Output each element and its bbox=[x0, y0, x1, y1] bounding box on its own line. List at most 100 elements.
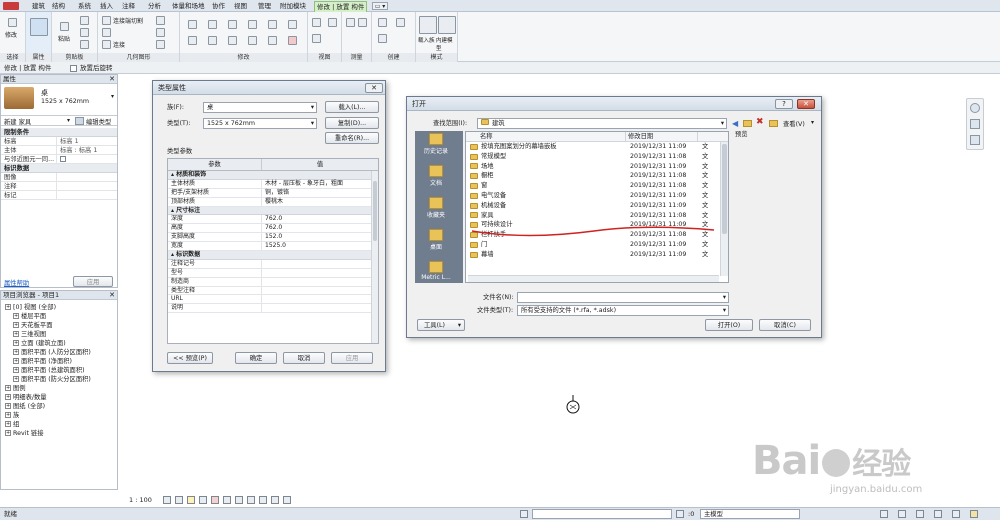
create-part-icon[interactable] bbox=[378, 18, 387, 27]
close-icon[interactable]: ✕ bbox=[365, 83, 383, 93]
tab-11[interactable]: 修改 | 放置 构件 bbox=[314, 1, 368, 12]
wall-joins-icon[interactable] bbox=[156, 16, 165, 25]
param-value[interactable]: 铜，镀铬 bbox=[262, 189, 378, 197]
close-icon[interactable]: ✕ bbox=[797, 99, 815, 109]
new-instance-label[interactable]: 新建 家具 bbox=[4, 117, 31, 126]
duplicate-button[interactable]: 复制(D)... bbox=[325, 117, 379, 129]
file-list-vscrollbar[interactable] bbox=[720, 142, 728, 276]
expand-icon[interactable]: + bbox=[5, 403, 11, 409]
expand-icon[interactable]: + bbox=[5, 412, 11, 418]
app-menu-icon[interactable] bbox=[3, 2, 19, 10]
cut-icon[interactable] bbox=[80, 16, 89, 25]
up-folder-icon[interactable] bbox=[743, 120, 752, 127]
property-row[interactable]: 与邻近图元一同... bbox=[1, 155, 117, 164]
param-value[interactable]: 樱桃木 bbox=[262, 198, 378, 206]
param-value[interactable]: 762.0 bbox=[262, 215, 378, 223]
tab-7[interactable]: 协作 bbox=[210, 1, 227, 12]
expand-icon[interactable]: + bbox=[13, 367, 19, 373]
tab-10[interactable]: 附加模块 bbox=[278, 1, 308, 12]
paint-icon[interactable] bbox=[156, 40, 165, 49]
edit-type-button[interactable]: 编辑类型 bbox=[86, 117, 111, 126]
array-icon[interactable] bbox=[228, 36, 237, 45]
analytical-model-icon[interactable] bbox=[283, 496, 291, 504]
params-section-header[interactable]: ▴ 材质和装饰 bbox=[168, 171, 378, 180]
delete-icon[interactable]: ✖ bbox=[756, 117, 764, 127]
cancel-button[interactable]: 取消 bbox=[283, 352, 325, 364]
param-value[interactable]: 762.0 bbox=[262, 224, 378, 232]
tree-item[interactable]: + Revit 链接 bbox=[3, 429, 117, 438]
filetype-select[interactable]: 所有受支持的文件 (*.rfa, *.adsk) ▾ bbox=[517, 305, 729, 316]
copy-element-icon[interactable] bbox=[268, 20, 277, 29]
param-value[interactable] bbox=[262, 304, 378, 312]
tree-item[interactable]: + 立面 (建筑立面) bbox=[3, 339, 117, 348]
override-icon[interactable] bbox=[328, 18, 337, 27]
scroll-thumb[interactable] bbox=[722, 144, 727, 234]
ok-button[interactable]: 确定 bbox=[235, 352, 277, 364]
scale-icon[interactable] bbox=[248, 36, 257, 45]
property-row[interactable]: 图像 bbox=[1, 173, 117, 182]
rotate-icon[interactable] bbox=[288, 20, 297, 29]
params-section-header[interactable]: ▴ 尺寸标注 bbox=[168, 206, 378, 216]
filename-input[interactable]: ▾ bbox=[517, 292, 729, 303]
view-scale[interactable]: 1 : 100 bbox=[129, 494, 152, 506]
tab-1[interactable]: 结构 bbox=[50, 1, 67, 12]
show-crop-icon[interactable] bbox=[223, 496, 231, 504]
tab-0[interactable]: 建筑 bbox=[30, 1, 47, 12]
property-value[interactable]: 标高 : 标高 1 bbox=[57, 146, 117, 154]
param-value[interactable] bbox=[262, 287, 378, 295]
filter-icon[interactable] bbox=[970, 510, 978, 518]
tab-6[interactable]: 体量和场地 bbox=[170, 1, 207, 12]
delete-icon[interactable] bbox=[288, 36, 297, 45]
modify-button-label[interactable]: 修改 bbox=[5, 30, 17, 39]
param-row[interactable]: URL bbox=[168, 295, 378, 305]
tree-item[interactable]: + 面积平面 (人防分区面积) bbox=[3, 348, 117, 357]
type-select[interactable]: 1525 x 762mm ▾ bbox=[203, 118, 317, 129]
rename-button[interactable]: 重命名(R)... bbox=[325, 132, 379, 144]
params-section-header[interactable]: ▴ 标识数据 bbox=[168, 251, 378, 260]
detail-level-icon[interactable] bbox=[163, 496, 171, 504]
select-pinned-icon[interactable] bbox=[916, 510, 924, 518]
paste-icon[interactable] bbox=[60, 22, 69, 31]
property-row[interactable]: 主体 标高 : 标高 1 bbox=[1, 146, 117, 155]
worksets-icon[interactable] bbox=[520, 510, 528, 518]
tab-3[interactable]: 插入 bbox=[98, 1, 115, 12]
visual-style-icon[interactable] bbox=[175, 496, 183, 504]
close-icon[interactable]: ✕ bbox=[109, 291, 115, 299]
param-value[interactable]: 152.0 bbox=[262, 233, 378, 241]
lock-view-icon[interactable] bbox=[235, 496, 243, 504]
property-value[interactable] bbox=[57, 191, 117, 199]
copy-icon[interactable] bbox=[80, 28, 89, 37]
paste-label[interactable]: 粘贴 bbox=[58, 34, 70, 43]
param-row[interactable]: 型号 bbox=[168, 268, 378, 278]
expand-icon[interactable]: + bbox=[5, 304, 11, 310]
param-row[interactable]: 把手/支架材质 铜，镀铬 bbox=[168, 188, 378, 198]
property-value[interactable] bbox=[57, 173, 117, 181]
model-select[interactable]: 主模型 bbox=[700, 509, 800, 519]
place-item[interactable]: Metric L... bbox=[415, 261, 457, 291]
temp-hide-icon[interactable] bbox=[247, 496, 255, 504]
expand-icon[interactable]: + bbox=[13, 349, 19, 355]
cut-geometry-icon[interactable] bbox=[102, 28, 111, 37]
file-list-hscrollbar[interactable] bbox=[468, 275, 719, 282]
tree-item[interactable]: + 组 bbox=[3, 420, 117, 429]
align-icon[interactable] bbox=[188, 20, 197, 29]
dimension-icon[interactable] bbox=[358, 18, 367, 27]
select-links-icon[interactable] bbox=[880, 510, 888, 518]
family-select[interactable]: 桌 ▾ bbox=[203, 102, 317, 113]
chevron-down-icon[interactable]: ▾ bbox=[811, 119, 814, 126]
expand-icon[interactable]: + bbox=[5, 394, 11, 400]
back-icon[interactable]: ◀ bbox=[732, 119, 738, 128]
place-item[interactable]: 历史记录 bbox=[415, 133, 457, 163]
mirror-icon[interactable] bbox=[228, 20, 237, 29]
property-row[interactable]: 注释 bbox=[1, 182, 117, 191]
tab-5[interactable]: 分析 bbox=[146, 1, 163, 12]
tree-item[interactable]: + 明细表/数量 bbox=[3, 393, 117, 402]
param-value[interactable] bbox=[262, 269, 378, 277]
param-row[interactable]: 类型注释 bbox=[168, 286, 378, 296]
crop-view-icon[interactable] bbox=[211, 496, 219, 504]
join-label[interactable]: 连接 bbox=[113, 40, 125, 49]
instance-dropdown-icon[interactable]: ▾ bbox=[67, 117, 70, 124]
expand-icon[interactable]: + bbox=[13, 376, 19, 382]
properties-help-link[interactable]: 属性帮助 bbox=[4, 278, 29, 287]
load-family-label[interactable]: 载入族 bbox=[418, 36, 435, 44]
